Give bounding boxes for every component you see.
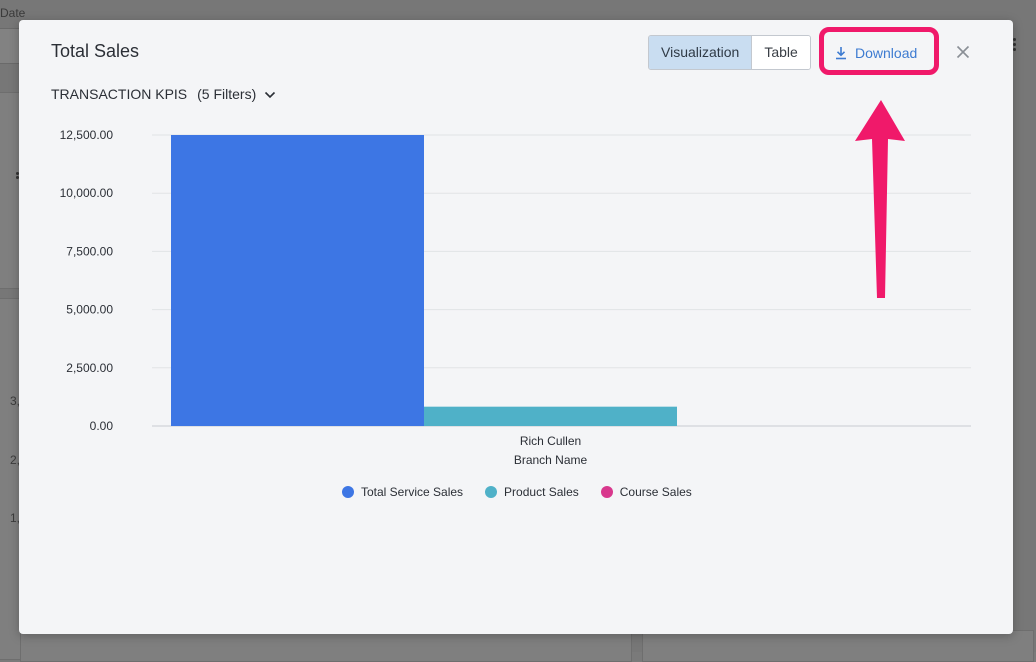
legend-item[interactable]: Total Service Sales [342,485,463,499]
legend-dot [342,486,354,498]
bar-product-sales [424,406,677,426]
x-axis-label: Branch Name [514,453,588,467]
bar-chart: 0.00 2,500.00 5,000.00 7,500.00 10,000.00 12,… [60,128,971,467]
total-sales-modal: Total Sales Visualization Table Download… [19,20,1013,634]
background-card [642,630,1034,662]
kebab-menu-icon [1013,38,1017,53]
legend-item[interactable]: Product Sales [485,485,579,499]
y-tick-label: 2,500.00 [66,361,113,375]
y-tick-label: 5,000.00 [66,303,113,317]
legend-label: Course Sales [619,485,692,499]
legend-dot [600,486,613,498]
bar-total-service-sales [171,135,424,426]
y-tick-label: 12,500.00 [60,128,114,142]
chart-legend: Total Service Sales Product Sales Course S… [342,485,692,499]
legend-item[interactable]: Course Sales [600,485,692,499]
date-label: Date [0,6,26,20]
y-tick-label: 10,000.00 [60,186,114,200]
y-tick-label: 0.00 [90,419,114,433]
legend-label: Product Sales [504,485,579,499]
legend-dot [485,486,498,498]
background-card [20,630,632,662]
x-tick-label: Rich Cullen [520,434,581,448]
date-input [0,28,20,64]
y-tick-label: 7,500.00 [66,244,113,258]
legend-label: Total Service Sales [361,485,464,499]
